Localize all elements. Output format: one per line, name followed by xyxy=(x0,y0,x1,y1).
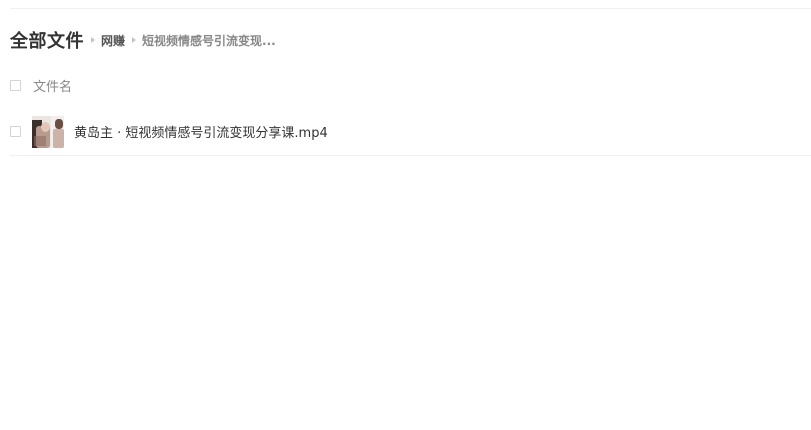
file-browser: 全部文件 网赚 短视频情感号引流变现... 文件名 黄岛主 · 短视频情感号引流… xyxy=(0,0,811,430)
chevron-right-icon xyxy=(91,37,95,43)
top-divider xyxy=(10,8,811,9)
file-name-link[interactable]: 黄岛主 · 短视频情感号引流变现分享课.mp4 xyxy=(74,122,328,141)
breadcrumb-parent-link[interactable]: 网赚 xyxy=(101,32,125,49)
breadcrumb-current: 短视频情感号引流变现... xyxy=(142,33,276,48)
breadcrumb: 全部文件 网赚 短视频情感号引流变现... xyxy=(10,28,276,52)
chevron-right-icon xyxy=(132,37,137,43)
column-header-filename[interactable]: 文件名 xyxy=(33,76,72,95)
table-header: 文件名 xyxy=(10,74,72,96)
row-checkbox[interactable] xyxy=(10,126,21,137)
select-all-checkbox[interactable] xyxy=(10,79,21,91)
breadcrumb-root-link[interactable]: 全部文件 xyxy=(10,27,84,53)
video-thumbnail-icon[interactable] xyxy=(32,115,64,148)
table-row[interactable]: 黄岛主 · 短视频情感号引流变现分享课.mp4 xyxy=(10,110,811,156)
